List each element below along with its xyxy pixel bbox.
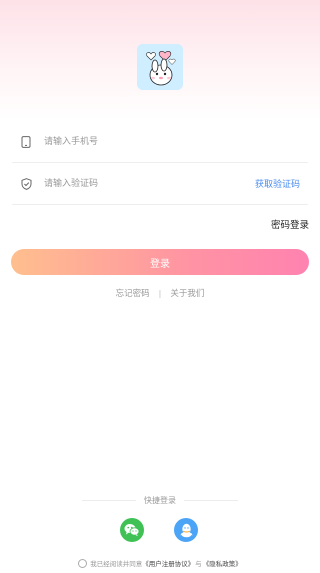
agreement-radio[interactable] xyxy=(78,558,88,568)
secondary-links: 忘记密码 | 关于我们 xyxy=(0,287,320,300)
link-separator: | xyxy=(158,288,162,298)
privacy-policy-link[interactable]: 《隐私政策》 xyxy=(203,558,242,568)
wechat-login-button[interactable] xyxy=(120,518,144,542)
phone-input[interactable] xyxy=(44,131,308,152)
quick-login-label: 快捷登录 xyxy=(144,496,176,505)
agreement-prefix: 我已经阅读并同意 xyxy=(90,560,143,568)
get-code-button[interactable]: 获取验证码 xyxy=(255,177,300,190)
divider-line-left xyxy=(82,500,136,501)
divider-line-right xyxy=(184,500,238,501)
qq-login-button[interactable] xyxy=(174,518,198,542)
agreement-row: 我已经阅读并同意 《用户注册协议》 与 《隐私政策》 xyxy=(0,558,320,568)
wechat-icon xyxy=(124,524,140,537)
password-login-link[interactable]: 密码登录 xyxy=(271,217,309,231)
verification-code-field: 获取验证码 xyxy=(12,163,308,205)
forgot-password-link[interactable]: 忘记密码 xyxy=(116,287,150,299)
quick-login-divider: 快捷登录 xyxy=(0,495,320,506)
about-us-link[interactable]: 关于我们 xyxy=(170,287,204,299)
phone-icon xyxy=(16,132,36,152)
shield-check-icon xyxy=(16,174,36,194)
phone-field xyxy=(12,121,308,163)
qq-icon xyxy=(180,523,192,537)
user-agreement-link[interactable]: 《用户注册协议》 xyxy=(142,558,194,568)
bunny-logo-icon xyxy=(137,44,183,90)
verification-code-input[interactable] xyxy=(44,173,255,194)
agreement-conjunction: 与 xyxy=(195,560,202,568)
login-button[interactable]: 登录 xyxy=(11,249,309,275)
app-logo xyxy=(137,44,183,90)
